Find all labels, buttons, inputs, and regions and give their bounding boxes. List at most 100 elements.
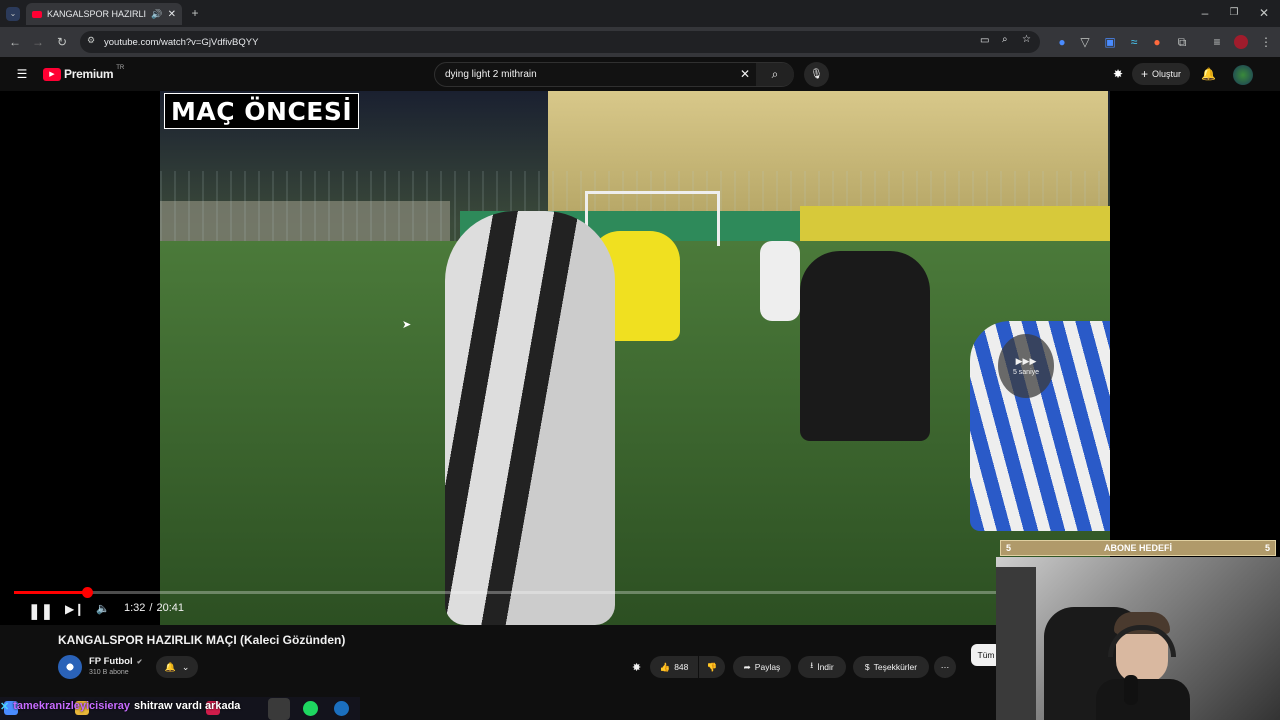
taskbar-steam-icon[interactable] xyxy=(334,701,349,716)
pause-icon[interactable]: ❚❚ xyxy=(28,602,53,620)
youtube-favicon-icon xyxy=(32,10,42,18)
subscriber-goal-bar: 5 ABONE HEDEFİ 5 xyxy=(1000,540,1276,556)
create-label: Oluştur xyxy=(1152,69,1182,79)
skip-forward-button[interactable]: ▶▶▶ 5 saniye xyxy=(998,334,1054,398)
thumbs-up-icon: 👍 xyxy=(659,661,671,672)
chrome-menu-icon[interactable]: ⋮ xyxy=(1259,35,1273,49)
site-info-icon[interactable]: ⚙ xyxy=(87,35,95,46)
progress-played xyxy=(14,591,87,594)
logo-text: Premium xyxy=(64,67,114,81)
plus-icon: + xyxy=(1140,67,1148,81)
goal-current: 5 xyxy=(1006,543,1012,553)
thanks-label: Teşekkürler xyxy=(873,662,918,672)
search-query: dying light 2 mithrain xyxy=(445,69,537,80)
bell-icon: 🔔 xyxy=(164,661,176,672)
chevron-down-icon: ⌄ xyxy=(181,661,190,672)
download-icon: ⭳ xyxy=(810,660,814,670)
channel-name[interactable]: FP Futbol ✔ xyxy=(89,656,143,667)
address-bar: ← → ↻ ⚙ youtube.com/watch?v=GjVdfivBQYY … xyxy=(0,27,1280,57)
zoom-icon[interactable]: ⌕ xyxy=(1002,34,1008,45)
search-icon: ⌕ xyxy=(771,67,779,81)
notifications-bell-icon[interactable]: 🔔 xyxy=(1201,67,1216,81)
bookmark-star-icon[interactable]: ☆ xyxy=(1022,34,1031,45)
audio-icon[interactable]: 🔊 xyxy=(151,9,162,20)
shelf xyxy=(996,567,1036,720)
verified-icon: ✔ xyxy=(136,658,143,666)
more-icon: ⋯ xyxy=(940,661,950,672)
next-icon[interactable]: ▶❙ xyxy=(65,602,84,616)
goal-label: ABONE HEDEFİ xyxy=(1103,543,1172,553)
player-controls: ❚❚ ▶❙ 🔈 1:32 / 20:41 xyxy=(0,587,1000,625)
channel-avatar[interactable] xyxy=(58,655,82,679)
cursor-icon: ➤ xyxy=(402,319,412,331)
thumbs-down-icon: 👎 xyxy=(706,661,718,672)
extension-3-icon[interactable]: ▣ xyxy=(1103,35,1117,49)
fast-forward-icon: ▶▶▶ xyxy=(1015,356,1037,366)
like-count: 848 xyxy=(674,662,689,672)
reload-icon[interactable]: ↻ xyxy=(55,35,69,49)
more-actions-button[interactable]: ⋯ xyxy=(934,656,956,678)
time-total: 20:41 xyxy=(156,602,185,614)
video-frame[interactable]: MAÇ ÖNCESİ xyxy=(160,91,1110,625)
extension-2-icon[interactable]: ▽ xyxy=(1078,35,1092,49)
share-button[interactable]: ➦ Paylaş xyxy=(733,656,791,678)
youtube-logo[interactable]: ▶ Premium TR xyxy=(43,65,125,81)
forward-icon[interactable]: → xyxy=(31,35,45,49)
player-foreground xyxy=(445,211,615,625)
account-avatar[interactable] xyxy=(1233,65,1253,85)
search-button[interactable]: ⌕ xyxy=(756,63,794,86)
media-control-icon[interactable]: ≡ xyxy=(1210,35,1224,49)
extensions-puzzle-icon[interactable]: ⧉ xyxy=(1175,35,1189,49)
subscribed-bell-button[interactable]: 🔔 ⌄ xyxy=(156,656,198,678)
ai-sparkle-icon[interactable]: ✸ xyxy=(632,661,641,674)
player-white xyxy=(760,241,800,321)
back-icon[interactable]: ← xyxy=(8,35,22,49)
taskbar-spotify-icon[interactable] xyxy=(303,701,318,716)
youtube-header: ☰ ▶ Premium TR dying light 2 mithrain ✕ … xyxy=(0,57,1280,91)
video-title: KANGALSPOR HAZIRLIK MAÇI (Kaleci Gözünde… xyxy=(58,633,346,647)
scrubber-handle[interactable] xyxy=(81,587,93,598)
chat-message: ✕ tamekranizleyicisieray shitraw vardı a… xyxy=(0,700,240,713)
download-button[interactable]: ⭳ İndir xyxy=(798,656,846,678)
time-separator: / xyxy=(149,602,153,614)
search-input[interactable]: dying light 2 mithrain ✕ xyxy=(434,62,794,87)
subscriber-count: 310 B abone xyxy=(89,669,129,676)
extension-1-icon[interactable]: ● xyxy=(1055,35,1069,49)
chip-label: Tüm xyxy=(977,650,995,660)
url-text: youtube.com/watch?v=GjVdfivBQYY xyxy=(104,36,259,48)
profile-avatar-icon[interactable] xyxy=(1234,35,1248,49)
time-current: 1:32 xyxy=(124,602,146,614)
cast-icon[interactable]: ✸ xyxy=(1111,67,1125,81)
hamburger-menu-icon[interactable]: ☰ xyxy=(15,67,29,81)
dislike-button[interactable]: 👎 xyxy=(699,656,725,678)
thanks-button[interactable]: $ Teşekkürler xyxy=(853,656,929,678)
extension-4-icon[interactable]: ≈ xyxy=(1127,35,1141,49)
tab-search-icon[interactable]: ⌄ xyxy=(6,7,20,21)
tab-title: KANGALSPOR HAZIRLIK MA xyxy=(47,9,147,19)
player-black xyxy=(800,251,930,441)
thanks-icon: $ xyxy=(864,662,870,672)
browser-tab[interactable]: KANGALSPOR HAZIRLIK MA 🔊 ✕ xyxy=(26,3,182,25)
install-icon[interactable]: ▭ xyxy=(980,35,989,46)
taskbar-chrome-icon[interactable] xyxy=(268,698,290,720)
tab-strip: ⌄ KANGALSPOR HAZIRLIK MA 🔊 ✕ + – ❐ ✕ xyxy=(0,0,1280,27)
new-tab-icon[interactable]: + xyxy=(188,6,202,20)
chat-badge-icon: ✕ xyxy=(0,701,10,713)
minimize-icon[interactable]: – xyxy=(1198,6,1212,20)
create-button[interactable]: + Oluştur xyxy=(1132,63,1190,85)
close-tab-icon[interactable]: ✕ xyxy=(168,9,176,20)
progress-bar[interactable] xyxy=(14,587,996,598)
chat-username: tamekranizleyicisieray xyxy=(13,700,131,712)
restore-icon[interactable]: ❐ xyxy=(1227,6,1241,20)
extension-5-icon[interactable]: ● xyxy=(1150,35,1164,49)
close-window-icon[interactable]: ✕ xyxy=(1257,6,1271,20)
url-field[interactable]: ⚙ youtube.com/watch?v=GjVdfivBQYY ▭ ⌕ ☆ xyxy=(80,31,1040,53)
voice-search-button[interactable]: 🎙 xyxy=(804,62,829,87)
region-code: TR xyxy=(116,65,125,71)
volume-icon[interactable]: 🔈 xyxy=(96,602,110,615)
like-button[interactable]: 👍 848 xyxy=(650,656,698,678)
skip-label: 5 saniye xyxy=(1012,369,1040,376)
goal-target: 5 xyxy=(1264,543,1270,553)
clear-search-icon[interactable]: ✕ xyxy=(740,67,750,81)
share-label: Paylaş xyxy=(754,662,781,672)
